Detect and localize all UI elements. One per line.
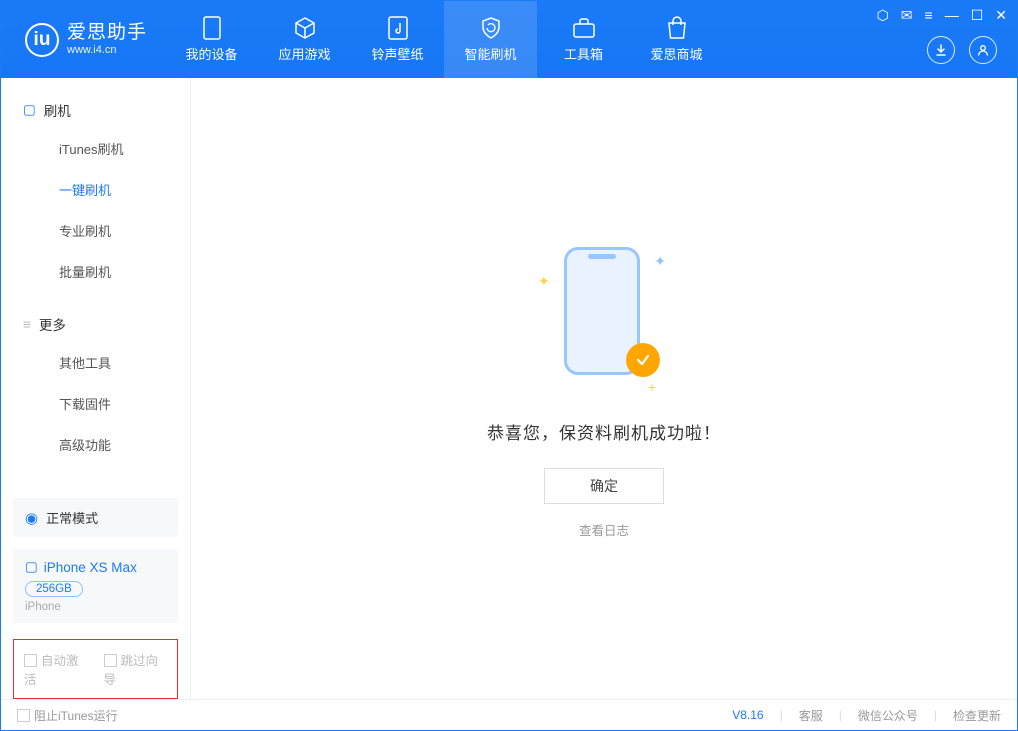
nav-store[interactable]: 爱思商城: [630, 1, 723, 78]
window-controls: ⬡ ✉ ≡ — ☐ ✕: [877, 7, 1007, 24]
list-icon: ≡: [23, 317, 31, 332]
sidebar-item-batch[interactable]: 批量刷机: [1, 251, 190, 292]
nav-my-device[interactable]: 我的设备: [165, 1, 258, 78]
sidebar-item-other[interactable]: 其他工具: [1, 342, 190, 383]
nav-label: 铃声壁纸: [372, 44, 424, 63]
nav-label: 应用游戏: [279, 44, 331, 63]
device-capacity: 256GB: [25, 581, 83, 597]
check-badge-icon: [626, 343, 660, 377]
logo-area: iu 爱思助手 www.i4.cn: [1, 23, 165, 57]
brand-url: www.i4.cn: [67, 44, 147, 56]
sidebar-title: 更多: [39, 314, 66, 334]
sidebar-item-itunes[interactable]: iTunes刷机: [1, 128, 190, 169]
sparkle-icon: ✦: [538, 273, 550, 290]
header-right-icons: [927, 36, 997, 64]
checkbox-skip-guide[interactable]: 跳过向导: [104, 650, 168, 688]
device-type: iPhone: [25, 601, 166, 613]
nav-label: 工具箱: [564, 44, 603, 63]
close-icon[interactable]: ✕: [995, 7, 1007, 24]
top-nav: 我的设备 应用游戏 铃声壁纸 智能刷机 工具箱 爱思商城: [165, 1, 723, 78]
main-panel: ✦ ✦ + 恭喜您，保资料刷机成功啦！ 确定 查看日志: [191, 78, 1017, 699]
sidebar-item-advanced[interactable]: 高级功能: [1, 424, 190, 465]
device-icon: ▢: [25, 559, 38, 575]
nav-toolbox[interactable]: 工具箱: [537, 1, 630, 78]
mode-label: 正常模式: [46, 508, 98, 527]
sidebar-group-more: ≡ 更多 其他工具 下载固件 高级功能: [1, 292, 190, 465]
nav-apps[interactable]: 应用游戏: [258, 1, 351, 78]
sidebar-title: 刷机: [44, 100, 71, 120]
version-label: V8.16: [732, 708, 763, 722]
toolbox-icon: [572, 16, 596, 40]
phone-icon: [200, 16, 224, 40]
status-label: 阻止iTunes运行: [34, 709, 118, 723]
logo-icon: iu: [25, 23, 59, 57]
support-link[interactable]: 客服: [799, 707, 823, 724]
nav-label: 爱思商城: [651, 44, 703, 63]
checkbox-block-itunes[interactable]: 阻止iTunes运行: [17, 707, 118, 724]
success-message: 恭喜您，保资料刷机成功啦！: [487, 419, 721, 444]
brand: 爱思助手 www.i4.cn: [67, 23, 147, 56]
feedback-icon[interactable]: ✉: [901, 7, 913, 24]
view-log-link[interactable]: 查看日志: [579, 520, 629, 539]
user-button[interactable]: [969, 36, 997, 64]
bag-icon: [665, 16, 689, 40]
music-file-icon: [386, 16, 410, 40]
sparkle-icon: ✦: [654, 253, 666, 270]
device-name: iPhone XS Max: [44, 560, 137, 575]
status-right: V8.16 | 客服 | 微信公众号 | 检查更新: [732, 707, 1001, 724]
menu-icon[interactable]: ≡: [925, 7, 933, 24]
status-bar: 阻止iTunes运行 V8.16 | 客服 | 微信公众号 | 检查更新: [1, 699, 1017, 730]
maximize-icon[interactable]: ☐: [971, 7, 984, 24]
sparkle-icon: +: [648, 379, 656, 395]
device-name-row: ▢ iPhone XS Max: [25, 559, 166, 575]
minimize-icon[interactable]: —: [945, 7, 959, 24]
success-illustration: ✦ ✦ +: [544, 239, 664, 389]
options-row: 自动激活 跳过向导: [13, 639, 178, 699]
check-update-link[interactable]: 检查更新: [953, 707, 1001, 724]
sidebar-header-flash: ▢ 刷机: [1, 92, 190, 128]
sidebar: ▢ 刷机 iTunes刷机 一键刷机 专业刷机 批量刷机 ≡ 更多 其他工具 下…: [1, 78, 191, 699]
sidebar-item-pro[interactable]: 专业刷机: [1, 210, 190, 251]
download-button[interactable]: [927, 36, 955, 64]
sidebar-item-onekey[interactable]: 一键刷机: [1, 169, 190, 210]
brand-name: 爱思助手: [67, 23, 147, 44]
nav-label: 我的设备: [186, 44, 238, 63]
nav-label: 智能刷机: [465, 44, 517, 63]
sidebar-header-more: ≡ 更多: [1, 306, 190, 342]
device-box[interactable]: ▢ iPhone XS Max 256GB iPhone: [13, 549, 178, 623]
cube-icon: [293, 16, 317, 40]
wechat-link[interactable]: 微信公众号: [858, 707, 918, 724]
body-area: ▢ 刷机 iTunes刷机 一键刷机 专业刷机 批量刷机 ≡ 更多 其他工具 下…: [1, 78, 1017, 699]
sidebar-group-flash: ▢ 刷机 iTunes刷机 一键刷机 专业刷机 批量刷机: [1, 78, 190, 292]
ok-button[interactable]: 确定: [544, 468, 664, 504]
nav-flash[interactable]: 智能刷机: [444, 1, 537, 78]
phone-outline-icon: ▢: [23, 102, 36, 118]
sidebar-item-firmware[interactable]: 下载固件: [1, 383, 190, 424]
nav-ringtones[interactable]: 铃声壁纸: [351, 1, 444, 78]
mode-icon: ◉: [25, 509, 38, 527]
checkbox-auto-activate[interactable]: 自动激活: [24, 650, 88, 688]
mode-box[interactable]: ◉ 正常模式: [13, 498, 178, 537]
header: iu 爱思助手 www.i4.cn 我的设备 应用游戏 铃声壁纸 智能刷机 工具…: [1, 1, 1017, 78]
shirt-icon[interactable]: ⬡: [877, 7, 889, 24]
shield-refresh-icon: [479, 16, 503, 40]
status-left: 阻止iTunes运行: [17, 707, 118, 724]
